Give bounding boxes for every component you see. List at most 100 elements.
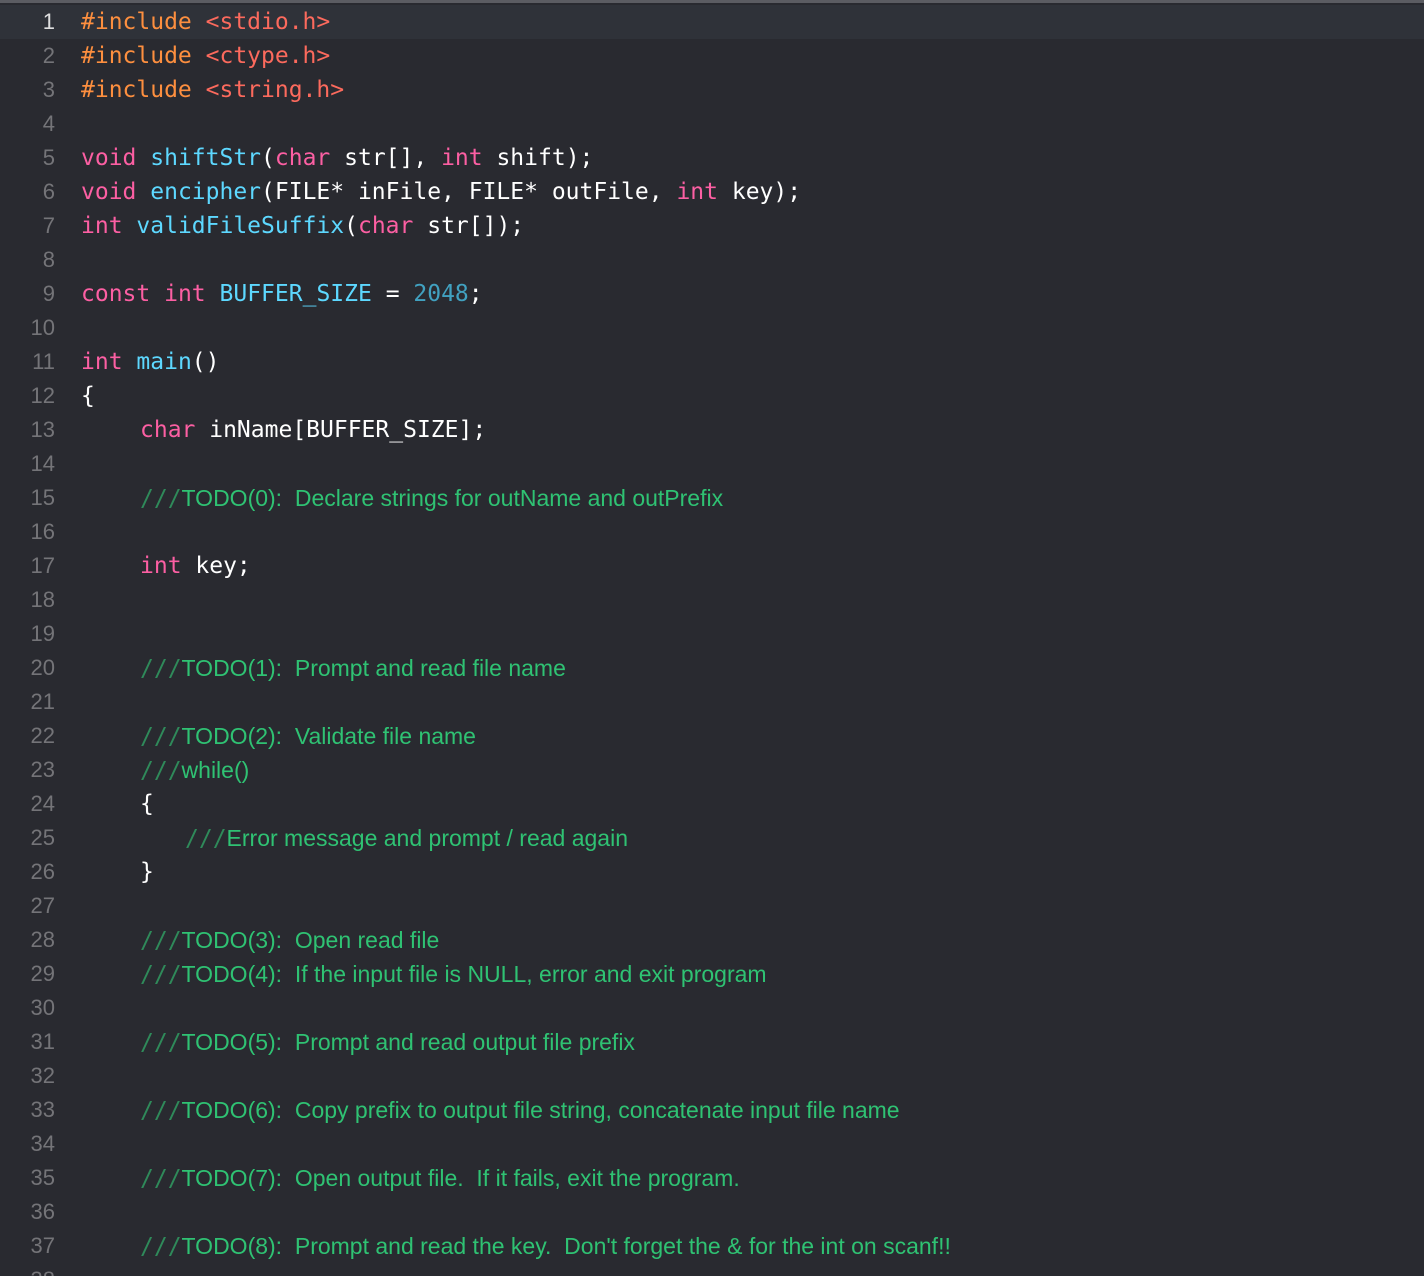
code-text: ///TODO(6): Copy prefix to output file s… xyxy=(140,1097,900,1124)
token-pp: #include xyxy=(81,9,206,35)
code-text: ///TODO(5): Prompt and read output file … xyxy=(140,1029,635,1056)
code-line[interactable]: 21 xyxy=(0,685,1424,719)
code-text: char inName[BUFFER_SIZE]; xyxy=(140,417,486,443)
code-line[interactable]: 32 xyxy=(0,1059,1424,1093)
line-number: 12 xyxy=(30,383,55,408)
token-kw: int xyxy=(441,145,483,171)
code-line[interactable]: 20 ///TODO(1): Prompt and read file name xyxy=(0,651,1424,685)
token-docslash: /// xyxy=(140,1165,182,1192)
code-text: const int BUFFER_SIZE = 2048; xyxy=(81,281,483,307)
line-number: 26 xyxy=(30,859,55,884)
token-str: <ctype.h> xyxy=(205,43,331,69)
code-line[interactable]: 31 ///TODO(5): Prompt and read output fil… xyxy=(0,1025,1424,1059)
token-doctext: TODO(8): Prompt and read the key. Don't … xyxy=(181,1232,951,1259)
code-line[interactable]: 4 xyxy=(0,107,1424,141)
code-line[interactable]: 10 xyxy=(0,311,1424,345)
code-line[interactable]: 34 xyxy=(0,1127,1424,1161)
code-line[interactable]: 18 xyxy=(0,583,1424,617)
code-line[interactable]: 6 void encipher(FILE* inFile, FILE* outFi… xyxy=(0,175,1424,209)
code-line[interactable]: 24 { xyxy=(0,787,1424,821)
code-text: ///TODO(2): Validate file name xyxy=(140,723,476,750)
code-line[interactable]: 9 const int BUFFER_SIZE = 2048; xyxy=(0,277,1424,311)
code-line[interactable]: 13 char inName[BUFFER_SIZE]; xyxy=(0,413,1424,447)
code-line[interactable]: 25 ///Error message and prompt / read aga… xyxy=(0,821,1424,855)
token-kw: void xyxy=(81,179,137,205)
code-line[interactable]: 5 void shiftStr(char str[], int shift); xyxy=(0,141,1424,175)
token-plain: { xyxy=(81,383,95,409)
token-kw: void xyxy=(81,145,137,171)
code-line[interactable]: 28 ///TODO(3): Open read file xyxy=(0,923,1424,957)
code-line[interactable]: 36 xyxy=(0,1195,1424,1229)
code-line[interactable]: 3 #include <string.h> xyxy=(0,73,1424,107)
line-number: 10 xyxy=(30,315,55,340)
token-doctext: TODO(5): Prompt and read output file pre… xyxy=(181,1028,635,1055)
token-kw: int xyxy=(81,349,123,375)
code-line[interactable]: 26} xyxy=(0,855,1424,889)
code-text: ///TODO(8): Prompt and read the key. Don… xyxy=(140,1233,951,1260)
token-docslash: /// xyxy=(140,485,182,512)
token-docslash: /// xyxy=(185,825,227,852)
code-line[interactable]: 23 ///while() xyxy=(0,753,1424,787)
line-number: 22 xyxy=(30,723,55,748)
code-line[interactable]: 12 { xyxy=(0,379,1424,413)
code-line[interactable]: 8 xyxy=(0,243,1424,277)
token-plain: = xyxy=(371,281,414,307)
code-line[interactable]: 2 #include <ctype.h> xyxy=(0,39,1424,73)
code-line[interactable]: 15 ///TODO(0): Declare strings for outNam… xyxy=(0,481,1424,515)
code-line[interactable]: 22 ///TODO(2): Validate file name xyxy=(0,719,1424,753)
code-line[interactable]: 14 xyxy=(0,447,1424,481)
token-plain: key); xyxy=(718,179,802,205)
line-number: 2 xyxy=(42,43,55,68)
code-line[interactable]: 11 int main() xyxy=(0,345,1424,379)
code-line[interactable]: 7 int validFileSuffix(char str[]); xyxy=(0,209,1424,243)
line-number: 19 xyxy=(30,621,55,646)
line-number: 21 xyxy=(30,689,55,714)
code-text: ///TODO(1): Prompt and read file name xyxy=(140,655,566,682)
token-plain: (FILE* inFile, FILE* outFile, xyxy=(261,179,677,205)
token-plain: { xyxy=(140,791,154,817)
line-number: 32 xyxy=(30,1063,55,1088)
token-kw: int xyxy=(676,179,718,205)
token-kw: int xyxy=(81,213,123,239)
line-number: 16 xyxy=(30,519,55,544)
code-editor[interactable]: 1 #include <stdio.h> 2 #include <ctype.h> 3 #… xyxy=(0,0,1424,1276)
line-number: 28 xyxy=(30,927,55,952)
token-kw: char xyxy=(357,213,414,239)
token-doctext: TODO(0): Declare strings for outName and… xyxy=(181,484,724,511)
token-plain: ( xyxy=(261,145,275,171)
token-doctext: TODO(1): Prompt and read file name xyxy=(181,654,566,681)
code-text: ///Error message and prompt / read again xyxy=(185,825,628,852)
code-text: ///TODO(4): If the input file is NULL, e… xyxy=(140,961,767,988)
code-text: int validFileSuffix(char str[]); xyxy=(81,213,524,239)
code-line[interactable]: 29 ///TODO(4): If the input file is NULL,… xyxy=(0,957,1424,991)
token-str: <stdio.h> xyxy=(205,9,331,35)
token-plain: shift); xyxy=(482,145,594,171)
token-doctext: Error message and prompt / read again xyxy=(226,824,628,851)
line-number: 24 xyxy=(30,791,55,816)
line-number: 9 xyxy=(42,281,55,306)
code-line[interactable]: 17 int key; xyxy=(0,549,1424,583)
code-line[interactable]: 16 xyxy=(0,515,1424,549)
token-kw: int xyxy=(140,553,182,579)
code-line[interactable]: 27 xyxy=(0,889,1424,923)
token-plain: key; xyxy=(181,553,251,579)
code-line[interactable]: 38 xyxy=(0,1263,1424,1276)
line-number: 34 xyxy=(30,1131,55,1156)
code-line[interactable]: 37 ///TODO(8): Prompt and read the key. D… xyxy=(0,1229,1424,1263)
token-doctext: TODO(6): Copy prefix to output file stri… xyxy=(181,1096,900,1123)
code-line[interactable]: 33 ///TODO(6): Copy prefix to output file… xyxy=(0,1093,1424,1127)
token-decl: validFileSuffix xyxy=(136,213,345,239)
code-line[interactable]: 35 ///TODO(7): Open output file. If it fa… xyxy=(0,1161,1424,1195)
code-text: ///TODO(3): Open read file xyxy=(140,927,439,954)
code-line[interactable]: 19 xyxy=(0,617,1424,651)
token-plain: ; xyxy=(468,281,483,307)
code-line[interactable]: 30 xyxy=(0,991,1424,1025)
code-text: ///TODO(0): Declare strings for outName … xyxy=(140,485,723,512)
code-line[interactable]: 1 #include <stdio.h> xyxy=(0,5,1424,39)
token-plain: ( xyxy=(344,213,358,239)
